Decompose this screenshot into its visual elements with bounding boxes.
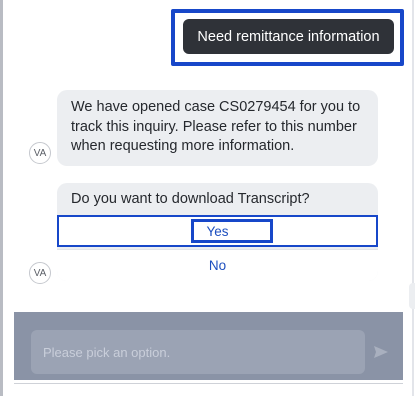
user-message-bubble: Need remittance information (183, 19, 394, 54)
bot-message-line: We have opened case CS0279454 for you to (71, 99, 361, 115)
download-transcript-card: Do you want to download Transcript? Yes … (57, 183, 378, 281)
send-arrow-icon[interactable] (369, 342, 393, 362)
va-avatar: VA (29, 262, 51, 284)
partial-bubble-edge (409, 283, 415, 309)
option-no-button[interactable]: No (57, 249, 378, 281)
window-left-border (0, 0, 3, 396)
bottom-divider (14, 383, 403, 384)
bot-message-bubble: We have opened case CS0279454 for you to… (57, 90, 378, 166)
message-input-placeholder: Please pick an option. (43, 344, 171, 360)
user-message-text: Need remittance information (197, 28, 380, 45)
composer-bar: Please pick an option. (14, 312, 403, 380)
option-no-label: No (208, 258, 227, 273)
option-yes-button[interactable]: Yes (57, 215, 378, 247)
bot-message-line: track this inquiry. Please refer to this… (71, 118, 357, 135)
bot-message-line: when requesting more information. (71, 138, 295, 154)
window-right-border (412, 0, 414, 396)
card-question: Do you want to download Transcript? (71, 191, 310, 207)
yes-highlight-box (191, 219, 273, 243)
message-input[interactable]: Please pick an option. (31, 330, 365, 374)
va-avatar: VA (29, 142, 51, 164)
